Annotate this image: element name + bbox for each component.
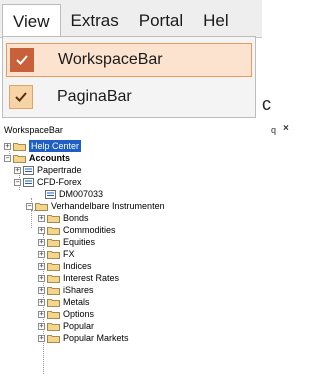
check-icon <box>9 85 33 109</box>
expand-icon[interactable]: + <box>38 238 45 246</box>
collapse-icon[interactable]: − <box>14 178 21 186</box>
menu-view[interactable]: View <box>2 4 61 37</box>
account-icon <box>45 189 56 199</box>
tree-node-instrument[interactable]: + Interest Rates <box>38 272 119 284</box>
folder-open-icon <box>35 202 48 211</box>
tree-node-instrument[interactable]: + FX <box>38 248 75 260</box>
menu-item-workspacebar[interactable]: WorkspaceBar <box>6 43 252 77</box>
collapse-icon[interactable]: − <box>26 202 33 210</box>
menu-help[interactable]: Hel <box>193 4 239 37</box>
folder-icon <box>47 214 60 223</box>
tree-node-instrument[interactable]: + Popular <box>38 320 94 332</box>
tree-label: Popular <box>63 321 95 331</box>
workspace-tree: + Help Center − Accounts + Papertrade − … <box>0 140 293 380</box>
tree-label: Papertrade <box>37 165 82 175</box>
workspace-panel-header: WorkspaceBar q × <box>0 123 293 138</box>
view-dropdown-menu: WorkspaceBar PaginaBar <box>2 36 256 118</box>
folder-icon <box>47 250 60 259</box>
tree-node-instrument[interactable]: + Popular Markets <box>38 332 129 344</box>
folder-icon <box>13 142 26 151</box>
folder-icon <box>47 334 60 343</box>
menu-bar: View Extras Portal Hel <box>0 0 262 38</box>
expand-icon[interactable]: + <box>38 214 45 222</box>
folder-icon <box>47 298 60 307</box>
menu-extras[interactable]: Extras <box>61 4 129 37</box>
tree-label: Bonds <box>63 213 89 223</box>
tree-label: Accounts <box>29 153 71 163</box>
tree-label: Metals <box>63 297 90 307</box>
folder-icon <box>47 274 60 283</box>
menu-item-label: PaginaBar <box>57 88 132 105</box>
tree-node-instrument[interactable]: + Bonds <box>38 212 89 224</box>
tree-node-instruments[interactable]: − Verhandelbare Instrumenten <box>26 200 165 212</box>
expand-icon[interactable]: + <box>38 298 45 306</box>
tree-label: Verhandelbare Instrumenten <box>51 201 165 211</box>
folder-open-icon <box>13 154 26 163</box>
tree-label: Popular Markets <box>63 333 129 343</box>
tree-node-instrument[interactable]: + iShares <box>38 284 94 296</box>
folder-icon <box>47 226 60 235</box>
tree-label: Help Center <box>29 140 82 152</box>
account-icon <box>23 177 34 187</box>
tree-node-papertrade[interactable]: + Papertrade <box>14 164 82 176</box>
tree-node-instrument[interactable]: + Options <box>38 308 94 320</box>
menu-item-label: WorkspaceBar <box>58 51 163 68</box>
folder-icon <box>47 310 60 319</box>
folder-icon <box>47 238 60 247</box>
tree-node-instrument[interactable]: + Commodities <box>38 224 116 236</box>
expand-icon[interactable]: + <box>38 322 45 330</box>
tree-label: Interest Rates <box>63 273 120 283</box>
account-icon <box>23 165 34 175</box>
panel-title: WorkspaceBar <box>4 125 63 135</box>
tree-label: Indices <box>63 261 92 271</box>
tree-node-instrument[interactable]: + Metals <box>38 296 90 308</box>
expand-icon[interactable]: + <box>38 262 45 270</box>
tree-node-accounts[interactable]: − Accounts <box>4 152 70 164</box>
tree-label: FX <box>63 249 75 259</box>
tree-label: CFD-Forex <box>37 177 82 187</box>
expand-icon[interactable]: + <box>38 226 45 234</box>
expand-icon[interactable]: + <box>38 250 45 258</box>
menu-portal[interactable]: Portal <box>129 4 193 37</box>
tree-label: Equities <box>63 237 96 247</box>
tree-node-cfd-forex[interactable]: − CFD-Forex <box>14 176 82 188</box>
expand-icon[interactable]: + <box>38 334 45 342</box>
expand-icon[interactable]: + <box>38 310 45 318</box>
expand-icon[interactable]: + <box>4 142 11 150</box>
menu-item-paginabar[interactable]: PaginaBar <box>6 81 252 115</box>
tree-label: iShares <box>63 285 94 295</box>
tree-label: DM007033 <box>59 189 104 199</box>
folder-icon <box>47 262 60 271</box>
tree-node-instrument[interactable]: + Equities <box>38 236 95 248</box>
pin-icon[interactable]: q <box>271 124 276 136</box>
tree-node-instrument[interactable]: + Indices <box>38 260 92 272</box>
close-icon[interactable]: × <box>283 123 289 135</box>
tree-label: Options <box>63 309 95 319</box>
tree-node-help-center[interactable]: + Help Center <box>4 140 82 152</box>
collapse-icon[interactable]: − <box>4 154 11 162</box>
expand-icon[interactable]: + <box>14 166 21 174</box>
expand-icon[interactable]: + <box>38 286 45 294</box>
tree-node-account-id[interactable]: DM007033 <box>36 188 103 200</box>
stray-text: c <box>262 94 271 114</box>
folder-icon <box>47 322 60 331</box>
expand-icon[interactable]: + <box>38 274 45 282</box>
tree-label: Commodities <box>63 225 116 235</box>
check-icon <box>10 48 34 72</box>
folder-icon <box>47 286 60 295</box>
